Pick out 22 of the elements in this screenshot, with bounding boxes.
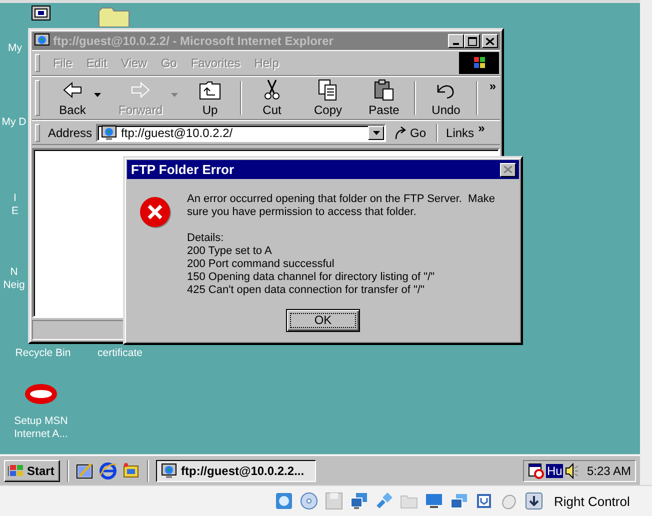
ok-button[interactable]: OK <box>286 309 360 332</box>
language-indicator[interactable]: Hu <box>546 464 564 478</box>
toolbar-button[interactable]: Undo <box>418 79 474 117</box>
window-title: ftp://guest@10.0.2.2/ - Microsoft Internet Explorer <box>53 34 334 48</box>
toolbar-overflow-chevron[interactable]: » <box>489 79 496 93</box>
links-button[interactable]: Links <box>442 126 476 140</box>
toolbar-button[interactable]: Up <box>182 79 238 117</box>
dialog-title: FTP Folder Error <box>131 162 234 177</box>
taskbar-window-button[interactable]: ftp://guest@10.0.2.2... <box>156 460 316 482</box>
go-button[interactable]: Go <box>388 126 432 140</box>
toolbar-button[interactable]: Paste <box>356 79 412 117</box>
toolbar-button[interactable]: Back <box>46 79 114 117</box>
toolbar-button[interactable]: Cut <box>244 79 300 117</box>
error-message: An error occurred opening that folder on the FTP Server. Make sure you have permission to access that folder. <box>187 193 496 219</box>
clock: 5:23 AM <box>586 464 631 478</box>
toolbar-button[interactable]: Copy <box>300 79 356 117</box>
address-label: Address <box>48 126 92 140</box>
address-field[interactable]: ftp://guest@10.0.2.2/ <box>96 124 386 142</box>
host-key-label: Right Control <box>554 494 630 508</box>
links-overflow-chevron[interactable]: » <box>478 121 485 135</box>
details-text: Details: 200 Type set to A 200 Port command successful 150 Opening data channel for directory listing of "/" 425 Can't open data connection for transfer of "/" <box>187 232 436 297</box>
start-button[interactable]: Start <box>4 460 60 482</box>
